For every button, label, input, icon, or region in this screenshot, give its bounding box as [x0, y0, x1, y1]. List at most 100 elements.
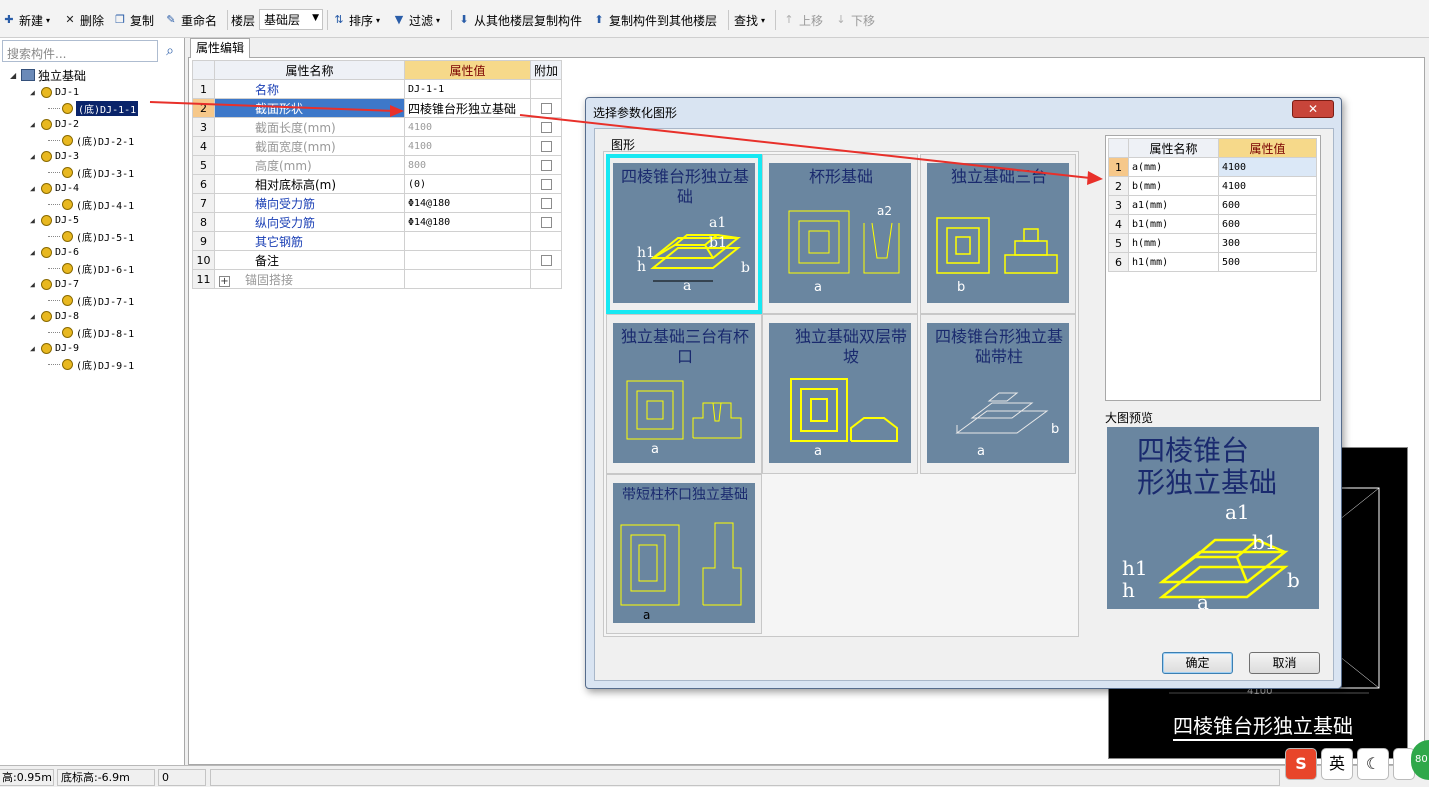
collapse-icon[interactable]: ◢	[30, 120, 38, 129]
shape-option-three-step-cup-foundation[interactable]: 独立基础三台有杯口 a	[606, 314, 762, 474]
tree-group[interactable]: ◢ DJ-6	[30, 244, 79, 260]
search-input[interactable]: 搜索构件...	[2, 40, 158, 62]
tree-group[interactable]: ◢ DJ-8	[30, 308, 79, 324]
shape-grid: 四棱锥台形独立基础 h1 h a b a1 b1 杯形基础 a a2 独立基础三…	[603, 151, 1079, 637]
expand-icon[interactable]: +	[219, 275, 230, 287]
table-row[interactable]: 2 b(mm) 4100	[1108, 176, 1317, 196]
tree-item[interactable]: (底)DJ-3-1	[62, 164, 134, 180]
shape-thumbnail: 独立基础三台 b	[927, 163, 1069, 303]
tree-item-label: (底)DJ-6-1	[76, 264, 135, 276]
svg-text:a: a	[977, 444, 985, 459]
collapse-icon[interactable]: ◢	[30, 312, 38, 321]
extra-checkbox[interactable]	[540, 255, 552, 266]
table-row[interactable]: 3 a1(mm) 600	[1108, 195, 1317, 215]
tree-root[interactable]: ◢ 独立基础	[10, 67, 86, 83]
collapse-icon[interactable]: ◢	[30, 280, 38, 289]
tree-group[interactable]: ◢ DJ-5	[30, 212, 79, 228]
collapse-icon[interactable]: ◢	[30, 184, 38, 193]
extra-checkbox[interactable]	[540, 103, 552, 114]
header-param-name: 属性名称	[1128, 138, 1219, 158]
move-down-button[interactable]: ↓ 下移	[834, 10, 875, 30]
collapse-icon[interactable]: ◢	[30, 152, 38, 161]
table-row[interactable]: 6 相对底标高(m) (0)	[192, 174, 563, 194]
tree-group[interactable]: ◢ DJ-4	[30, 180, 79, 196]
close-icon[interactable]: ✕	[1292, 100, 1334, 118]
tree-group[interactable]: ◢ DJ-7	[30, 276, 79, 292]
gear-icon	[41, 150, 52, 162]
table-row[interactable]: 8 纵向受力筋 Φ14@180	[192, 212, 563, 232]
tree-group-label: DJ-6	[55, 246, 80, 258]
extra-checkbox[interactable]	[540, 198, 552, 209]
tree-item[interactable]: (底)DJ-9-1	[62, 356, 134, 372]
tree-group-label: DJ-3	[55, 150, 80, 162]
table-row[interactable]: 3 截面长度(mm) 4100	[192, 117, 563, 137]
gear-icon	[62, 294, 73, 306]
cancel-button[interactable]: 取消	[1249, 652, 1320, 674]
shape-option-double-slope-foundation[interactable]: 独立基础双层带坡 a	[762, 314, 918, 474]
tree-group[interactable]: ◢ DJ-1	[30, 84, 79, 100]
tree-item[interactable]: (底)DJ-7-1	[62, 292, 134, 308]
copy-from-floor-button[interactable]: ⬇ 从其他楼层复制构件	[457, 10, 582, 30]
tree-group[interactable]: ◢ DJ-9	[30, 340, 79, 356]
new-button[interactable]: ✚ 新建 ▾	[2, 10, 50, 30]
find-button[interactable]: 查找 ▾	[734, 10, 765, 30]
delete-button[interactable]: ✕ 删除	[63, 10, 104, 30]
table-row[interactable]: 11 + 锚固搭接	[192, 269, 563, 289]
sogou-icon[interactable]: S	[1285, 748, 1317, 780]
tree-connector	[48, 268, 60, 269]
tree-group[interactable]: ◢ DJ-3	[30, 148, 79, 164]
collapse-icon[interactable]: ◢	[30, 344, 38, 353]
tree-item[interactable]: (底)DJ-8-1	[62, 324, 134, 340]
sort-button[interactable]: ⇅ 排序 ▾	[332, 10, 380, 30]
search-icon[interactable]: ⌕	[160, 41, 180, 61]
copy-to-floor-button[interactable]: ⬆ 复制构件到其他楼层	[592, 10, 717, 30]
copy-button[interactable]: ❐ 复制	[113, 10, 154, 30]
shape-thumbnail: 四棱锥台形独立基础带柱 a b	[927, 323, 1069, 463]
tree-item[interactable]: (底)DJ-1-1	[62, 100, 139, 116]
shape-option-pyramid-foundation[interactable]: 四棱锥台形独立基础 h1 h a b a1 b1	[606, 154, 762, 314]
moon-icon[interactable]: ☾	[1357, 748, 1389, 780]
table-row[interactable]: 4 b1(mm) 600	[1108, 214, 1317, 234]
collapse-icon[interactable]: ◢	[30, 216, 38, 225]
table-row[interactable]: 4 截面宽度(mm) 4100	[192, 136, 563, 156]
extra-checkbox[interactable]	[540, 122, 552, 133]
table-row[interactable]: 10 备注	[192, 250, 563, 270]
tree-item[interactable]: (底)DJ-2-1	[62, 132, 134, 148]
shape-option-short-column-cup-foundation[interactable]: 带短柱杯口独立基础 a	[606, 474, 762, 634]
toolbar-separator	[451, 10, 452, 30]
tree-item-label: (底)DJ-7-1	[76, 296, 135, 308]
extra-checkbox[interactable]	[540, 217, 552, 228]
shape-option-cup-foundation[interactable]: 杯形基础 a a2	[762, 154, 918, 314]
tree-group[interactable]: ◢ DJ-2	[30, 116, 79, 132]
table-row[interactable]: 9 其它钢筋	[192, 231, 563, 251]
shape-option-pyramid-column-foundation[interactable]: 四棱锥台形独立基础带柱 a b	[920, 314, 1076, 474]
lang-toggle[interactable]: 英	[1321, 748, 1353, 780]
filter-button[interactable]: ▼ 过滤 ▾	[392, 10, 440, 30]
floor-select[interactable]: 基础层 ▼	[259, 9, 323, 30]
extra-checkbox[interactable]	[540, 179, 552, 190]
table-row[interactable]: 2 截面形状 四棱锥台形独立基础	[192, 98, 563, 118]
table-row[interactable]: 1 a(mm) 4100	[1108, 157, 1317, 177]
table-row[interactable]: 6 h1(mm) 500	[1108, 252, 1317, 272]
collapse-icon[interactable]: ◢	[30, 248, 38, 257]
three-step-foundation-drawing: b	[936, 217, 1058, 295]
collapse-icon[interactable]: ◢	[10, 71, 18, 80]
copy-icon: ❐	[115, 13, 125, 26]
shape-option-three-step-foundation[interactable]: 独立基础三台 b	[920, 154, 1076, 314]
gear-icon	[41, 246, 52, 258]
toolbar: ✚ 新建 ▾ ✕ 删除 ❐ 复制 ✎ 重命名 楼层 基础层 ▼ ⇅ 排序 ▾ ▼ 过滤 ▾ ⬇ 从其他…	[0, 0, 1429, 38]
extra-checkbox[interactable]	[540, 160, 552, 171]
extra-checkbox[interactable]	[540, 141, 552, 152]
collapse-icon[interactable]: ◢	[30, 88, 38, 97]
tab-property-edit[interactable]: 属性编辑	[190, 38, 250, 58]
table-row[interactable]: 1 名称 DJ-1-1	[192, 79, 563, 99]
table-row[interactable]: 5 h(mm) 300	[1108, 233, 1317, 253]
move-up-button[interactable]: ↑ 上移	[782, 10, 823, 30]
table-row[interactable]: 7 横向受力筋 Φ14@180	[192, 193, 563, 213]
ok-button[interactable]: 确定	[1162, 652, 1233, 674]
table-row[interactable]: 5 高度(mm) 800	[192, 155, 563, 175]
tree-item[interactable]: (底)DJ-5-1	[62, 228, 134, 244]
tree-item[interactable]: (底)DJ-4-1	[62, 196, 134, 212]
tree-item[interactable]: (底)DJ-6-1	[62, 260, 134, 276]
rename-button[interactable]: ✎ 重命名	[164, 10, 217, 30]
